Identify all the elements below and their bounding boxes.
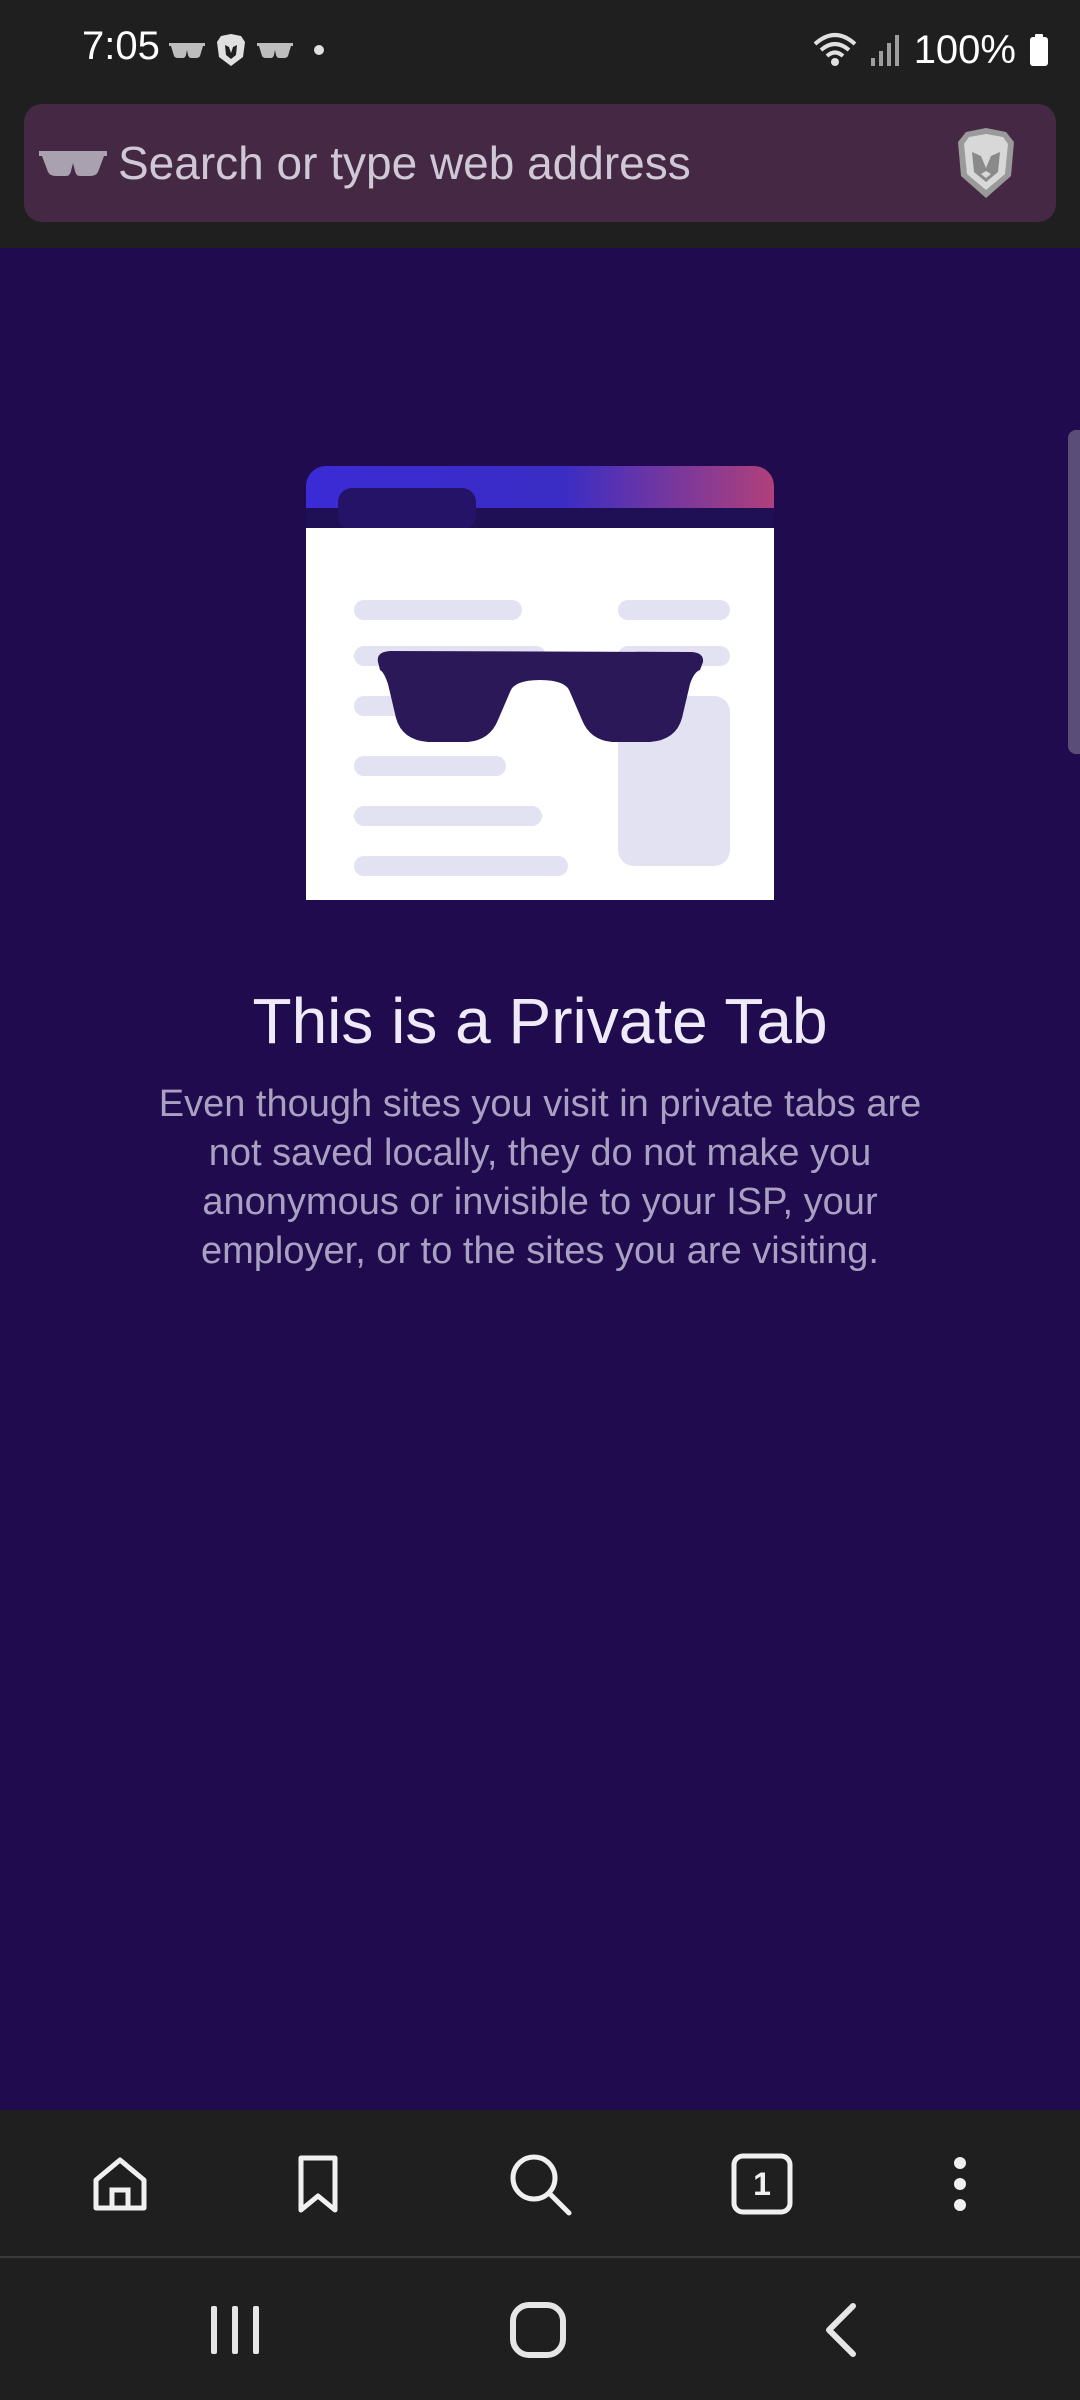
signal-icon <box>870 35 899 66</box>
system-status-icons: 100% <box>812 22 1050 78</box>
recent-apps-button[interactable] <box>190 2290 280 2370</box>
tab-switcher-button[interactable]: 1 <box>722 2144 802 2224</box>
private-glasses-icon <box>257 43 293 58</box>
brave-shields-button[interactable] <box>946 123 1026 203</box>
search-button[interactable] <box>500 2144 580 2224</box>
home-circle-icon <box>510 2302 566 2358</box>
battery-percent: 100% <box>913 27 1016 72</box>
status-time: 7:05 <box>82 24 160 68</box>
private-glasses-icon <box>38 143 114 183</box>
browser-toolbar <box>0 100 1080 248</box>
home-icon <box>93 2157 147 2211</box>
search-input[interactable] <box>118 136 946 190</box>
search-icon <box>510 2154 572 2216</box>
bottom-toolbar: 1 <box>0 2110 1080 2258</box>
system-navigation-bar <box>0 2258 1080 2400</box>
dot-icon <box>314 45 324 55</box>
home-button[interactable] <box>80 2144 160 2224</box>
page-title: This is a Private Tab <box>252 985 828 1057</box>
tab-count: 1 <box>753 2165 771 2202</box>
brave-lion-icon <box>958 128 1014 198</box>
page-description: Even though sites you visit in private t… <box>158 1083 922 1272</box>
url-bar[interactable] <box>24 104 1056 222</box>
battery-icon <box>1030 34 1048 66</box>
bookmark-icon <box>298 2155 338 2213</box>
wifi-icon <box>813 33 857 66</box>
status-bar: 7:05 100% <box>0 0 1080 100</box>
recent-apps-icon <box>211 2306 259 2354</box>
brave-lion-icon <box>217 34 245 66</box>
back-icon <box>826 2303 856 2357</box>
more-vertical-icon <box>954 2157 966 2211</box>
bookmarks-button[interactable] <box>278 2144 358 2224</box>
private-glasses-icon <box>169 43 205 58</box>
system-home-button[interactable] <box>493 2290 583 2370</box>
system-back-button[interactable] <box>796 2290 886 2370</box>
notification-icons <box>168 26 334 74</box>
scrollbar-thumb[interactable] <box>1068 430 1080 754</box>
private-tab-page: This is a Private Tab Even though sites … <box>0 248 1080 2110</box>
private-browsing-illustration <box>250 340 810 900</box>
menu-button[interactable] <box>920 2144 1000 2224</box>
